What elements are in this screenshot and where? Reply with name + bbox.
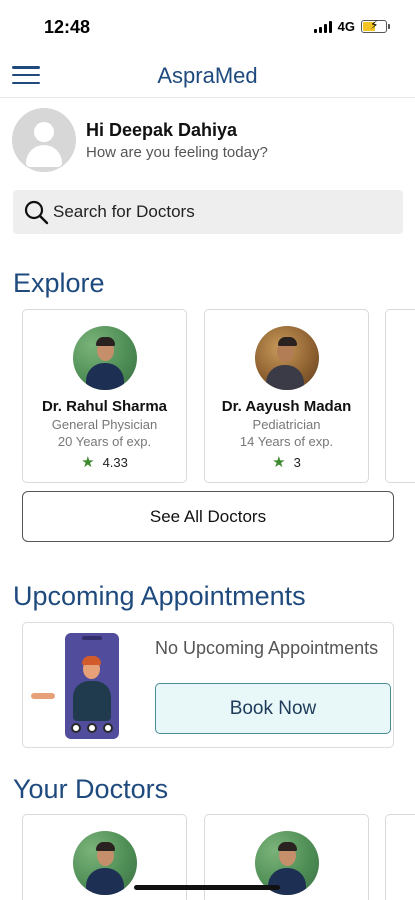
search-bar[interactable]	[13, 190, 403, 234]
greeting: Hi Deepak Dahiya How are you feeling tod…	[12, 108, 268, 172]
doctor-rating: ★ 3	[205, 453, 368, 471]
doctor-specialty: Pediatrician	[252, 417, 321, 432]
doctor-photo	[72, 326, 137, 390]
signal-icon	[313, 20, 332, 33]
video-call-illustration	[65, 633, 119, 739]
book-now-button[interactable]: Book Now	[155, 683, 391, 734]
rating-value: 4.33	[102, 454, 128, 470]
app-header: AspraMed	[0, 52, 415, 98]
see-all-doctors-button[interactable]: See All Doctors	[22, 491, 394, 542]
doctor-name: Dr. Rahul Sharma	[41, 398, 168, 415]
explore-title: Explore	[13, 268, 105, 298]
doctor-card[interactable]: Dr. Rahul Sharma General Physician 20 Ye…	[22, 309, 187, 483]
appointments-card: No Upcoming Appointments Book Now	[22, 622, 394, 748]
network-type: 4G	[337, 19, 355, 34]
status-bar: 12:48 4G ⚡	[0, 0, 415, 52]
doctor-photo	[254, 326, 319, 390]
app-title: AspraMed	[157, 63, 258, 88]
doctor-card-partial[interactable]	[385, 814, 415, 900]
illustration-arm	[31, 693, 55, 699]
status-time: 12:48	[44, 17, 91, 37]
greeting-subtitle: How are you feeling today?	[86, 143, 268, 161]
star-icon: ★	[272, 454, 286, 471]
doctor-experience: 20 Years of exp.	[57, 434, 152, 449]
your-doctors-title: Your Doctors	[13, 774, 169, 804]
star-icon: ★	[81, 454, 95, 471]
battery-charging-icon: ⚡	[361, 18, 390, 33]
doctor-photo	[72, 831, 137, 895]
home-indicator	[134, 885, 280, 890]
appointments-title: Upcoming Appointments	[13, 581, 306, 611]
doctor-card[interactable]: Dr. Aayush Madan Pediatrician 14 Years o…	[204, 309, 369, 483]
doctor-name: Dr. Aayush Madan	[221, 398, 352, 415]
doctor-card-partial[interactable]	[385, 309, 415, 483]
status-indicators: 4G ⚡	[313, 18, 390, 34]
doctor-rating: ★ 4.33	[23, 453, 186, 471]
doctor-specialty: General Physician	[51, 417, 158, 432]
no-appointments-text: No Upcoming Appointments	[155, 638, 379, 658]
user-avatar-icon[interactable]	[12, 108, 76, 172]
doctor-experience: 14 Years of exp.	[239, 434, 334, 449]
search-icon	[24, 200, 49, 225]
rating-value: 3	[293, 454, 301, 470]
search-input[interactable]	[53, 202, 373, 222]
greeting-name: Hi Deepak Dahiya	[86, 119, 238, 140]
